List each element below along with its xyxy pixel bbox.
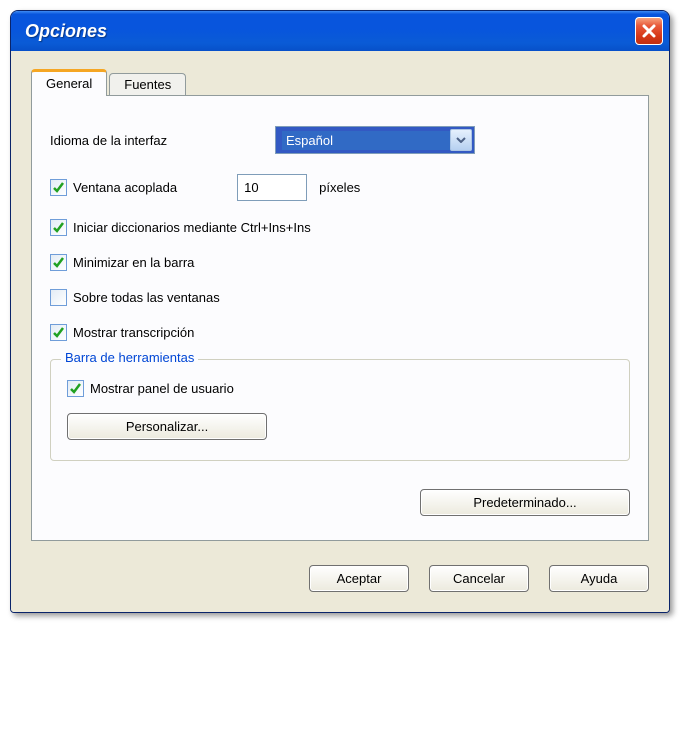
- tabstrip: General Fuentes: [31, 69, 649, 95]
- close-button[interactable]: [635, 17, 663, 45]
- checkbox-label: Mostrar transcripción: [73, 325, 194, 340]
- default-button[interactable]: Predeterminado...: [420, 489, 630, 516]
- window-title: Opciones: [25, 21, 107, 42]
- language-dropdown[interactable]: Español: [275, 126, 475, 154]
- row-ctrlins: Iniciar diccionarios mediante Ctrl+Ins+I…: [50, 219, 630, 236]
- checkbox-label: Ventana acoplada: [73, 180, 177, 195]
- titlebar: Opciones: [11, 11, 669, 51]
- docked-pixels-input[interactable]: [237, 174, 307, 201]
- checkbox-ontop[interactable]: [50, 289, 67, 306]
- footer-buttons: Aceptar Cancelar Ayuda: [31, 565, 649, 592]
- button-label: Predeterminado...: [473, 495, 576, 510]
- tabpanel-general: Idioma de la interfaz Español Ventana ac…: [31, 95, 649, 541]
- pixels-unit: píxeles: [319, 180, 360, 195]
- button-label: Ayuda: [581, 571, 618, 586]
- checkbox-minbar[interactable]: [50, 254, 67, 271]
- tab-label: General: [46, 76, 92, 91]
- options-window: Opciones General Fuentes Idioma de la in…: [10, 10, 670, 613]
- tab-general[interactable]: General: [31, 69, 107, 96]
- language-label: Idioma de la interfaz: [50, 133, 275, 148]
- row-minbar: Minimizar en la barra: [50, 254, 630, 271]
- checkbox-userpanel[interactable]: [67, 380, 84, 397]
- groupbox-toolbar: Barra de herramientas Mostrar panel de u…: [50, 359, 630, 461]
- row-ontop: Sobre todas las ventanas: [50, 289, 630, 306]
- checkbox-label: Minimizar en la barra: [73, 255, 194, 270]
- button-label: Personalizar...: [126, 419, 208, 434]
- row-transcr: Mostrar transcripción: [50, 324, 630, 341]
- help-button[interactable]: Ayuda: [549, 565, 649, 592]
- checkbox-transcr[interactable]: [50, 324, 67, 341]
- close-icon: [642, 24, 656, 38]
- checkbox-label: Sobre todas las ventanas: [73, 290, 220, 305]
- checkbox-label: Iniciar diccionarios mediante Ctrl+Ins+I…: [73, 220, 311, 235]
- dropdown-value: Español: [282, 131, 450, 150]
- cancel-button[interactable]: Cancelar: [429, 565, 529, 592]
- row-userpanel: Mostrar panel de usuario: [67, 380, 613, 397]
- groupbox-title: Barra de herramientas: [61, 350, 198, 365]
- button-label: Aceptar: [337, 571, 382, 586]
- row-docked: Ventana acoplada píxeles: [50, 174, 630, 201]
- client-area: General Fuentes Idioma de la interfaz Es…: [11, 51, 669, 612]
- checkbox-label: Mostrar panel de usuario: [90, 381, 234, 396]
- row-language: Idioma de la interfaz Español: [50, 126, 630, 154]
- button-label: Cancelar: [453, 571, 505, 586]
- ok-button[interactable]: Aceptar: [309, 565, 409, 592]
- checkbox-ctrlins[interactable]: [50, 219, 67, 236]
- customize-button[interactable]: Personalizar...: [67, 413, 267, 440]
- chevron-down-icon: [450, 129, 472, 151]
- tab-label: Fuentes: [124, 77, 171, 92]
- row-default: Predeterminado...: [50, 489, 630, 516]
- checkbox-docked[interactable]: [50, 179, 67, 196]
- tab-fuentes[interactable]: Fuentes: [109, 73, 186, 95]
